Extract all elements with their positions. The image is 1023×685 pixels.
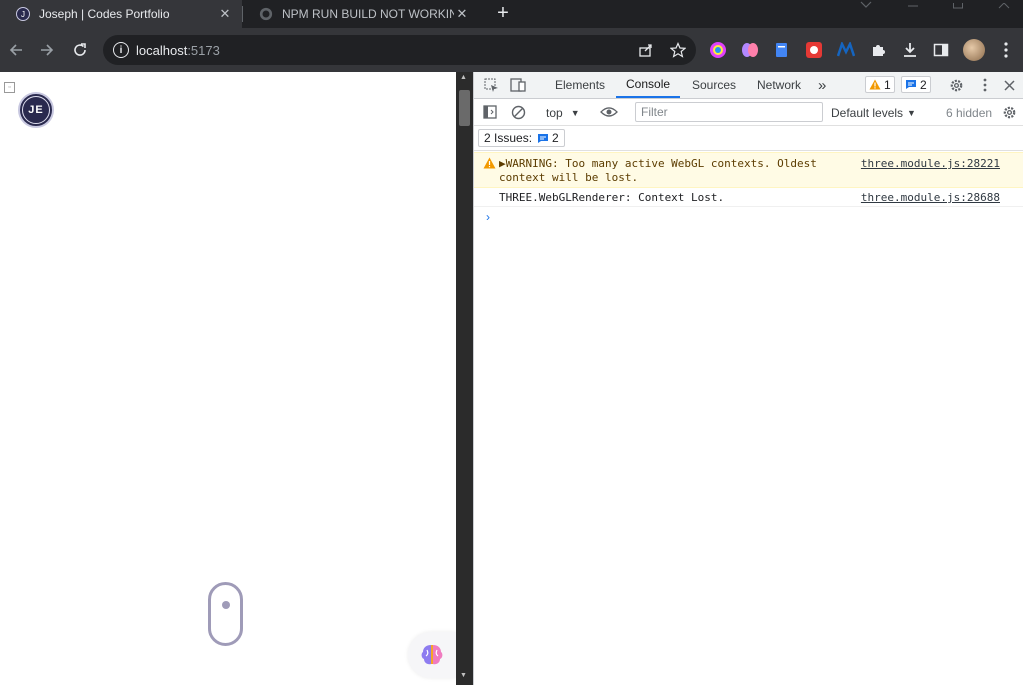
- message-source-link[interactable]: three.module.js:28688: [861, 191, 1000, 204]
- back-arrow-icon[interactable]: [4, 38, 28, 62]
- hidden-messages-count: 6 hidden: [946, 105, 993, 120]
- new-tab-button[interactable]: +: [493, 2, 513, 24]
- log-levels-select[interactable]: Default levels ▼: [831, 99, 916, 126]
- site-info-icon[interactable]: i: [113, 42, 129, 58]
- live-expression-eye-icon[interactable]: [600, 103, 618, 121]
- device-toggle-icon[interactable]: [509, 76, 527, 94]
- broken-image-icon: ▫: [4, 82, 15, 93]
- dropdown-arrow-icon: ▼: [907, 107, 916, 118]
- clear-console-icon[interactable]: [509, 103, 527, 121]
- docs-extension-icon[interactable]: [772, 40, 792, 60]
- sidebar-toggle-icon[interactable]: [481, 103, 499, 121]
- console-settings-gear-icon[interactable]: [1000, 103, 1018, 121]
- red-extension-icon[interactable]: [804, 40, 824, 60]
- github-favicon-icon: [259, 7, 273, 21]
- issues-bar: 2 Issues: 2: [474, 126, 1023, 151]
- close-devtools-icon[interactable]: [1000, 76, 1018, 94]
- forward-arrow-icon[interactable]: [35, 38, 59, 62]
- menu-kebab-icon[interactable]: [996, 40, 1016, 60]
- more-tabs-icon[interactable]: »: [818, 72, 826, 98]
- brain-widget-button[interactable]: [408, 632, 456, 678]
- portfolio-favicon-icon: J: [16, 7, 30, 21]
- maximize-icon[interactable]: [953, 0, 963, 10]
- bookmark-star-icon[interactable]: [668, 40, 688, 60]
- devtools-panel: Elements Console Sources Network » 1 2 t…: [473, 72, 1023, 685]
- brain-extension-icon[interactable]: [740, 40, 760, 60]
- page-viewport: ▫ JE: [0, 72, 456, 685]
- address-bar[interactable]: i localhost:5173: [103, 35, 696, 65]
- warning-triangle-icon: [483, 157, 496, 169]
- issues-link[interactable]: 2 Issues: 2: [478, 129, 565, 147]
- scroll-down-arrow-icon[interactable]: ▼: [460, 672, 467, 679]
- scroll-thumb[interactable]: [459, 90, 470, 126]
- tab-strip: J Joseph | Codes Portfolio ✕ NPM RUN BUI…: [0, 0, 1023, 28]
- console-prompt-icon[interactable]: ›: [486, 210, 490, 224]
- portfolio-logo[interactable]: JE: [18, 92, 54, 128]
- message-source-link[interactable]: three.module.js:28221: [861, 157, 1000, 170]
- console-message-warning[interactable]: ▶WARNING: Too many active WebGL contexts…: [474, 152, 1023, 188]
- tab-network[interactable]: Network: [757, 72, 801, 98]
- close-window-icon[interactable]: [998, 0, 1010, 10]
- tab-search-icon[interactable]: [860, 0, 872, 10]
- tab-npm[interactable]: NPM RUN BUILD NOT WORKING ✕: [243, 0, 479, 28]
- devtools-menu-icon[interactable]: [976, 76, 994, 94]
- scroll-mouse-icon: [208, 582, 243, 646]
- tab-sources[interactable]: Sources: [692, 72, 736, 98]
- extensions-puzzle-icon[interactable]: [868, 40, 888, 60]
- devtools-tab-bar: Elements Console Sources Network » 1 2: [474, 72, 1023, 99]
- reload-icon[interactable]: [68, 38, 92, 62]
- side-panel-icon[interactable]: [931, 40, 951, 60]
- minimize-icon[interactable]: [907, 0, 919, 10]
- warning-triangle-icon: [869, 79, 881, 90]
- info-count-badge[interactable]: 2: [901, 76, 931, 93]
- scroll-up-arrow-icon[interactable]: ▲: [460, 74, 467, 81]
- m-extension-icon[interactable]: [836, 40, 856, 60]
- color-picker-extension-icon[interactable]: [708, 40, 728, 60]
- console-toolbar: top ▼ Filter Default levels ▼ 6 hidden: [474, 99, 1023, 126]
- share-icon[interactable]: [636, 40, 656, 60]
- context-select[interactable]: top ▼: [546, 99, 580, 126]
- console-filter-input[interactable]: Filter: [635, 102, 823, 122]
- inspect-element-icon[interactable]: [482, 76, 500, 94]
- logo-text: JE: [22, 96, 50, 124]
- page-scrollbar[interactable]: ▲ ▼: [456, 72, 473, 685]
- message-text[interactable]: ▶WARNING: Too many active WebGL contexts…: [499, 157, 849, 185]
- message-icon: [538, 133, 549, 143]
- brain-icon: [421, 645, 443, 665]
- tab-elements[interactable]: Elements: [555, 72, 605, 98]
- warning-count-badge[interactable]: 1: [865, 76, 895, 93]
- close-tab-icon[interactable]: ✕: [217, 6, 233, 22]
- message-text: THREE.WebGLRenderer: Context Lost.: [499, 191, 725, 204]
- tab-title: NPM RUN BUILD NOT WORKING: [282, 7, 454, 21]
- console-message-info[interactable]: THREE.WebGLRenderer: Context Lost. three…: [474, 189, 1023, 207]
- tab-portfolio[interactable]: J Joseph | Codes Portfolio ✕: [0, 0, 242, 28]
- message-icon: [906, 80, 916, 89]
- settings-gear-icon[interactable]: [947, 76, 965, 94]
- url-text: localhost:5173: [136, 43, 220, 58]
- download-icon[interactable]: [900, 40, 920, 60]
- profile-avatar[interactable]: [963, 39, 985, 61]
- tab-title: Joseph | Codes Portfolio: [39, 7, 170, 21]
- dropdown-arrow-icon: ▼: [570, 107, 580, 118]
- close-tab-icon[interactable]: ✕: [454, 6, 470, 22]
- tab-console[interactable]: Console: [616, 72, 681, 98]
- scroll-wheel-dot: [222, 601, 230, 609]
